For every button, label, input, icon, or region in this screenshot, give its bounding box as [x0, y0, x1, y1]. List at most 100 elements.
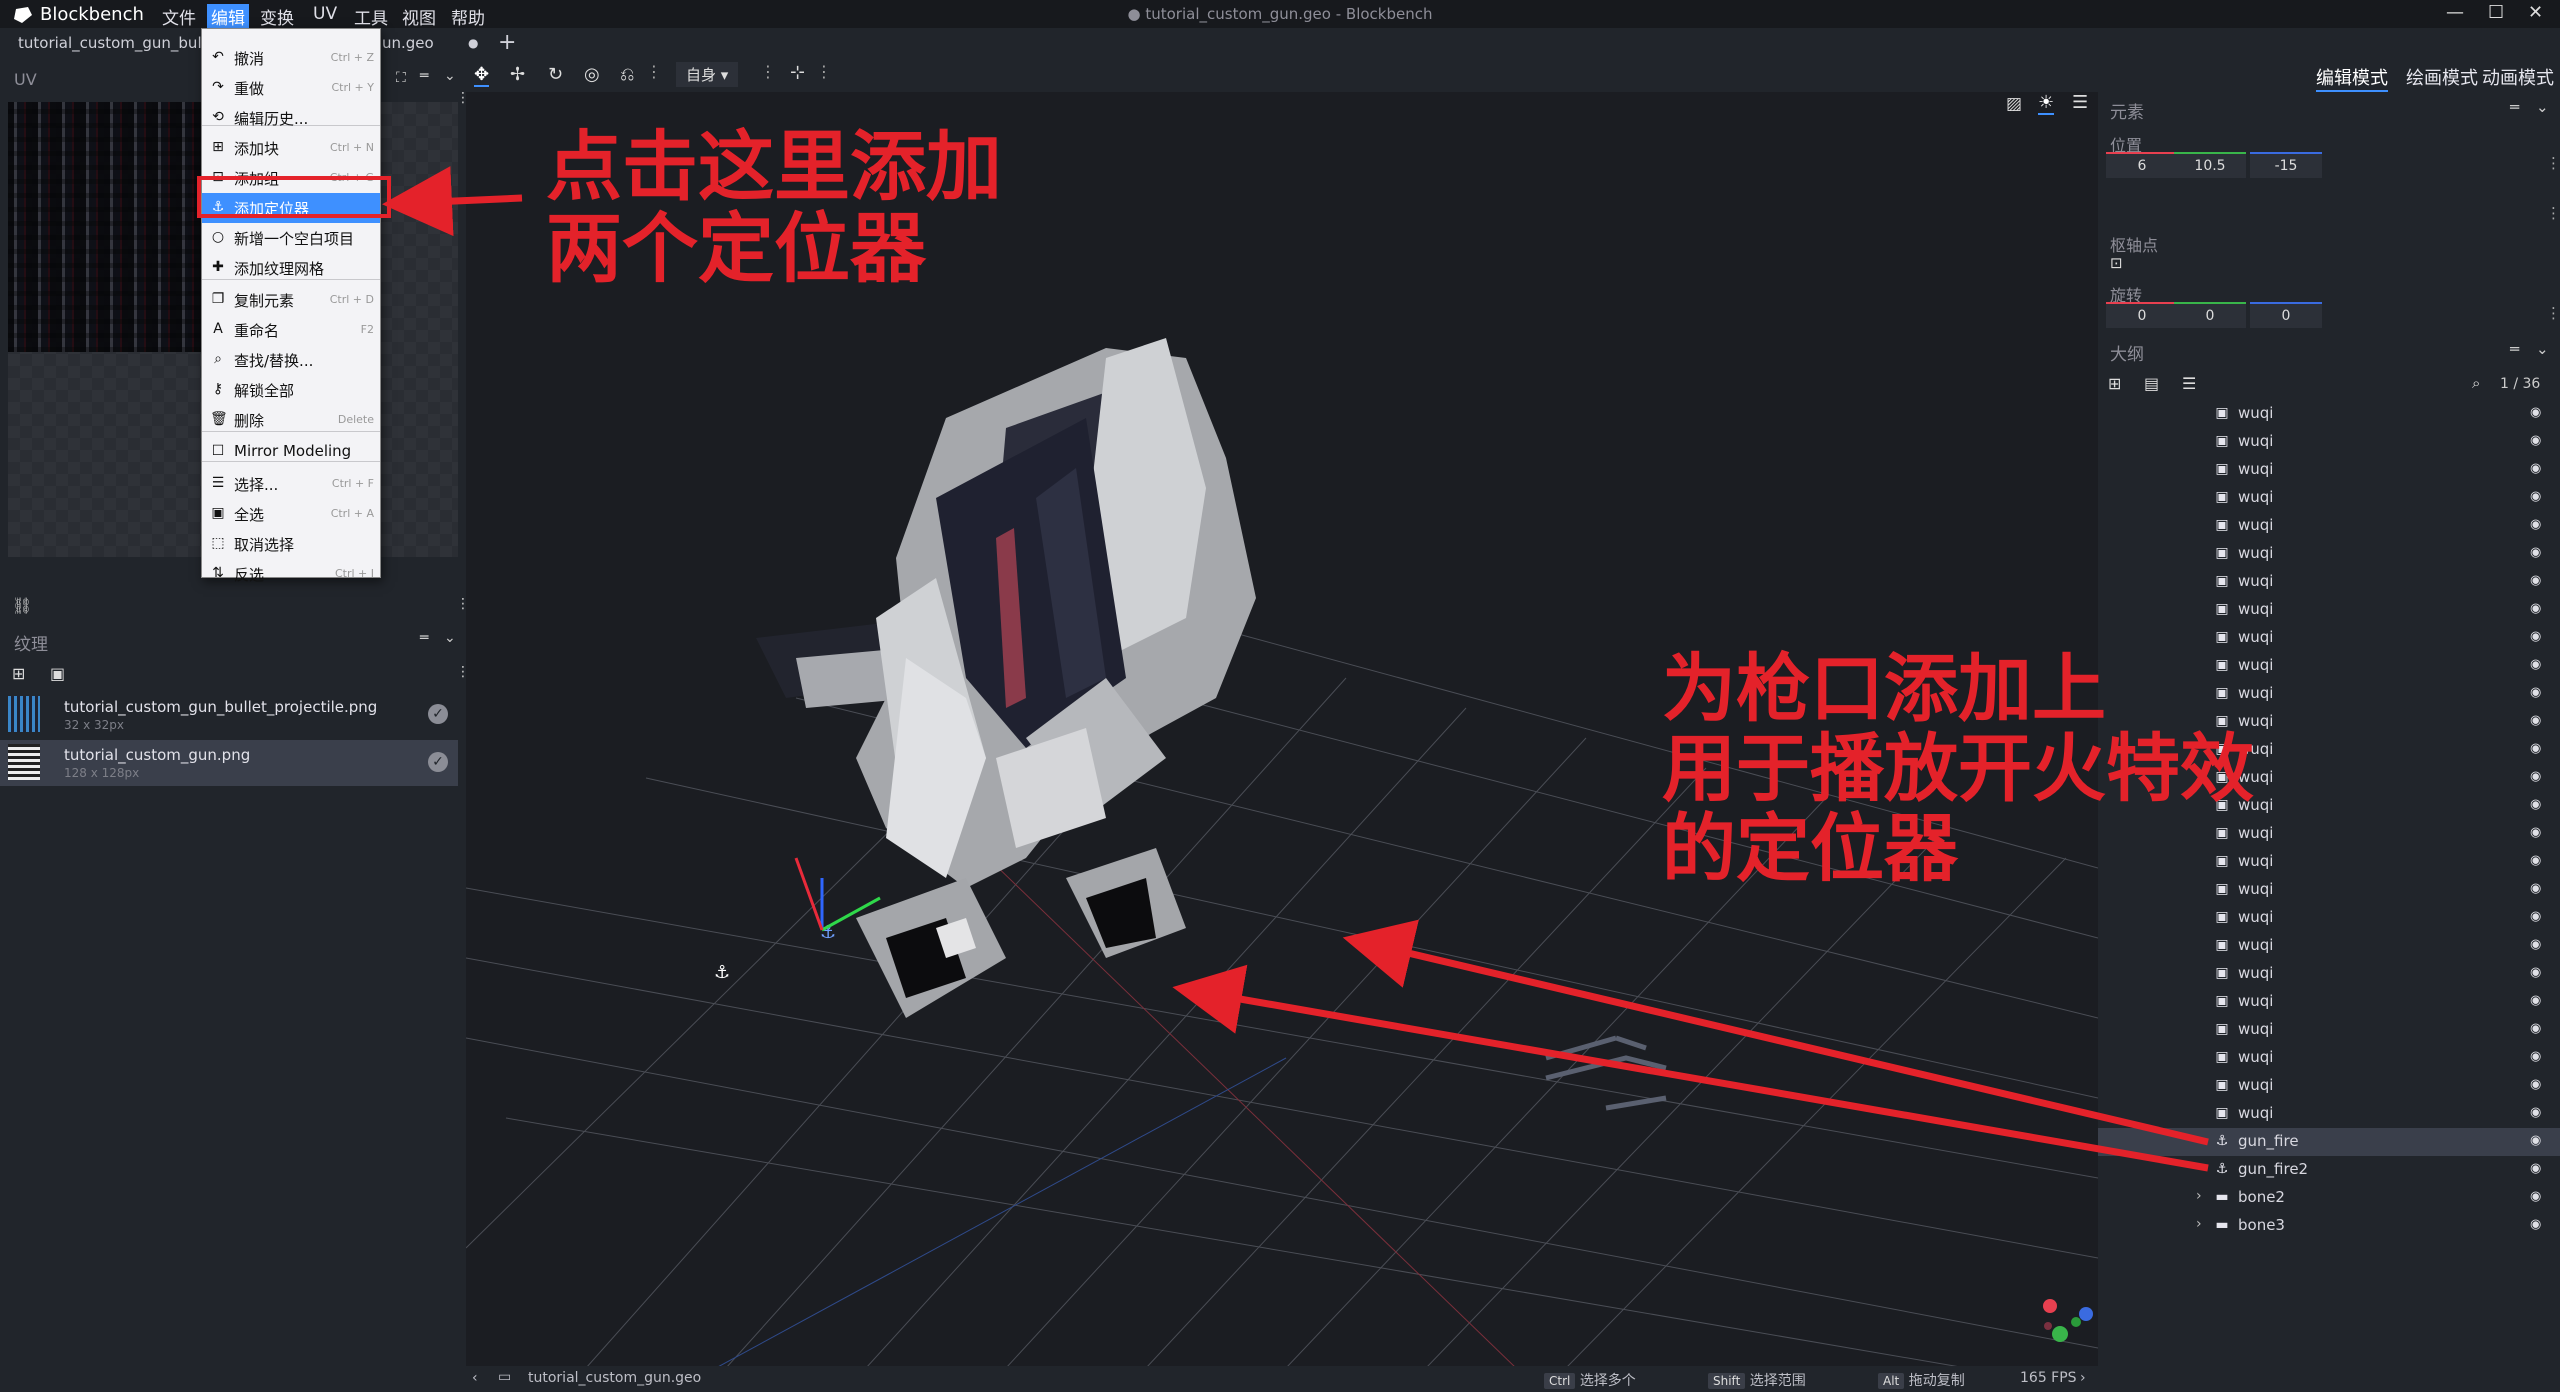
- chevron-down-icon[interactable]: ⌄: [2536, 340, 2549, 358]
- outliner-item[interactable]: ▣ wuqi ◉: [2098, 988, 2560, 1016]
- menu-item-15[interactable]: ▣ 全选 Ctrl + A: [202, 499, 380, 529]
- menu-item-11[interactable]: ⚷ 解锁全部: [202, 375, 380, 405]
- menu-item-17[interactable]: ⇅ 反选 Ctrl + I: [202, 559, 380, 589]
- chevron-down-icon[interactable]: ⌄: [444, 68, 456, 84]
- link-icon[interactable]: ⛓: [12, 596, 32, 615]
- outliner-item[interactable]: ▣ wuqi ◉: [2098, 1100, 2560, 1128]
- move-tool-icon[interactable]: ✥: [474, 64, 490, 87]
- uv-texture-preview[interactable]: [8, 102, 208, 352]
- tab-bullet[interactable]: tutorial_custom_gun_bullet: [18, 28, 221, 58]
- menu-lines-icon[interactable]: ═: [2510, 98, 2519, 116]
- menu-item-8[interactable]: ❐ 复制元素 Ctrl + D: [202, 285, 380, 315]
- mode-animate[interactable]: 动画模式: [2482, 64, 2554, 90]
- outliner-item[interactable]: ▣ wuqi ◉: [2098, 456, 2560, 484]
- outliner-item[interactable]: ▣ wuqi ◉: [2098, 960, 2560, 988]
- outliner-item[interactable]: ▣ wuqi ◉: [2098, 484, 2560, 512]
- mode-paint[interactable]: 绘画模式: [2406, 64, 2478, 90]
- visibility-eye-icon[interactable]: ◉: [2530, 825, 2546, 840]
- visibility-eye-icon[interactable]: ◉: [2530, 1133, 2546, 1148]
- visibility-eye-icon[interactable]: ◉: [2530, 461, 2546, 476]
- visibility-eye-icon[interactable]: ◉: [2530, 545, 2546, 560]
- menu-item-14[interactable]: ☰ 选择... Ctrl + F: [202, 469, 380, 499]
- menu-item-1[interactable]: ↷ 重做 Ctrl + Y: [202, 73, 380, 103]
- rotation-z-field[interactable]: 0: [2250, 302, 2322, 328]
- visibility-eye-icon[interactable]: ◉: [2530, 965, 2546, 980]
- minimize-icon[interactable]: —: [2446, 2, 2464, 23]
- position-z-field[interactable]: -15: [2250, 152, 2322, 178]
- outliner-item[interactable]: ▣ wuqi ◉: [2098, 596, 2560, 624]
- visibility-eye-icon[interactable]: ◉: [2530, 853, 2546, 868]
- outliner-item[interactable]: ▣ wuqi ◉: [2098, 540, 2560, 568]
- outliner-item[interactable]: ▣ wuqi ◉: [2098, 1044, 2560, 1072]
- tab-gun[interactable]: un.geo: [382, 28, 434, 58]
- rotate-tool-icon[interactable]: ↻: [548, 64, 563, 85]
- visibility-eye-icon[interactable]: ◉: [2530, 713, 2546, 728]
- outliner-item[interactable]: › ▬ bone3 ◉: [2098, 1212, 2560, 1240]
- create-texture-icon[interactable]: ▣: [50, 664, 65, 683]
- pivot-tool-icon[interactable]: ◎: [584, 64, 600, 85]
- more-icon[interactable]: ⋮: [2546, 304, 2560, 322]
- more-icon[interactable]: ⋮: [816, 62, 832, 81]
- position-y-field[interactable]: 10.5: [2174, 152, 2246, 178]
- visibility-eye-icon[interactable]: ◉: [2530, 573, 2546, 588]
- more-icon[interactable]: ⋮: [646, 62, 662, 81]
- menu-item-0[interactable]: ↶ 撤消 Ctrl + Z: [202, 43, 380, 73]
- outliner-item[interactable]: ▣ wuqi ◉: [2098, 1072, 2560, 1100]
- maximize-icon[interactable]: ☐: [2488, 2, 2504, 23]
- visibility-eye-icon[interactable]: ◉: [2530, 1021, 2546, 1036]
- menu-item-9[interactable]: A 重命名 F2: [202, 315, 380, 345]
- visibility-eye-icon[interactable]: ◉: [2530, 1105, 2546, 1120]
- outliner-item[interactable]: › ▬ bone2 ◉: [2098, 1184, 2560, 1212]
- texture-item[interactable]: tutorial_custom_gun.png 128 x 128px ✓: [0, 740, 458, 786]
- menu-item-2[interactable]: ⟲ 编辑历史...: [202, 103, 380, 133]
- visibility-eye-icon[interactable]: ◉: [2530, 909, 2546, 924]
- add-cube-icon[interactable]: ⊞: [2108, 374, 2121, 393]
- outliner-item[interactable]: ▣ wuqi ◉: [2098, 904, 2560, 932]
- visibility-eye-icon[interactable]: ◉: [2530, 1049, 2546, 1064]
- visibility-eye-icon[interactable]: ◉: [2530, 1189, 2546, 1204]
- chevron-left-icon[interactable]: ‹: [472, 1370, 478, 1386]
- outliner-item[interactable]: ▣ wuqi ◉: [2098, 932, 2560, 960]
- menu-lines-icon[interactable]: ═: [420, 630, 428, 646]
- screenshot-icon[interactable]: ▨: [2006, 94, 2022, 114]
- outliner-item[interactable]: ▣ wuqi ◉: [2098, 624, 2560, 652]
- add-group-icon[interactable]: ▤: [2144, 374, 2159, 393]
- visibility-eye-icon[interactable]: ◉: [2530, 1217, 2546, 1232]
- visibility-eye-icon[interactable]: ◉: [2530, 881, 2546, 896]
- expand-chevron-icon[interactable]: ›: [2196, 1188, 2202, 1204]
- fullscreen-icon[interactable]: ⛶: [396, 70, 406, 86]
- visibility-eye-icon[interactable]: ◉: [2530, 629, 2546, 644]
- mirror-icon[interactable]: ⊹: [790, 62, 805, 83]
- more-icon[interactable]: ⋮: [2546, 204, 2560, 222]
- resize-tool-icon[interactable]: ✢: [510, 64, 525, 85]
- viewport-menu-icon[interactable]: ☰: [2072, 92, 2088, 113]
- visibility-eye-icon[interactable]: ◉: [2530, 797, 2546, 812]
- menu-lines-icon[interactable]: ═: [2510, 340, 2519, 358]
- chevron-down-icon[interactable]: ⌄: [444, 630, 456, 646]
- outliner-item[interactable]: ▣ wuqi ◉: [2098, 428, 2560, 456]
- visibility-eye-icon[interactable]: ◉: [2530, 769, 2546, 784]
- outliner-item[interactable]: ▣ wuqi ◉: [2098, 568, 2560, 596]
- chevron-right-icon[interactable]: ›: [2080, 1370, 2086, 1386]
- menu-item-12[interactable]: 🗑 删除 Delete: [202, 405, 380, 435]
- menu-item-3[interactable]: ⊞ 添加块 Ctrl + N: [202, 133, 380, 163]
- menu-item-6[interactable]: ○ 新增一个空白项目: [202, 223, 380, 253]
- new-tab-button[interactable]: +: [498, 28, 516, 58]
- visibility-eye-icon[interactable]: ◉: [2530, 489, 2546, 504]
- visibility-eye-icon[interactable]: ◉: [2530, 601, 2546, 616]
- lighting-icon[interactable]: ☀: [2038, 92, 2055, 115]
- menu-item-10[interactable]: ⌕ 查找/替换...: [202, 345, 380, 375]
- visibility-eye-icon[interactable]: ◉: [2530, 405, 2546, 420]
- menu-lines-icon[interactable]: ═: [420, 68, 428, 84]
- outliner-item[interactable]: ⚓ gun_fire ◉: [2098, 1128, 2560, 1156]
- position-x-field[interactable]: 6: [2106, 152, 2178, 178]
- chevron-down-icon[interactable]: ⌄: [2536, 98, 2549, 116]
- collapse-all-icon[interactable]: ☰: [2182, 374, 2196, 393]
- close-icon[interactable]: ✕: [2528, 2, 2543, 23]
- menu-item-13[interactable]: ☐ Mirror Modeling: [202, 437, 380, 467]
- search-icon[interactable]: ⌕: [2472, 374, 2480, 392]
- outliner-item[interactable]: ▣ wuqi ◉: [2098, 1016, 2560, 1044]
- more-icon[interactable]: ⋮: [2546, 154, 2560, 172]
- more-icon[interactable]: ⋮: [760, 62, 776, 81]
- menu-item-7[interactable]: ✚ 添加纹理网格: [202, 253, 380, 283]
